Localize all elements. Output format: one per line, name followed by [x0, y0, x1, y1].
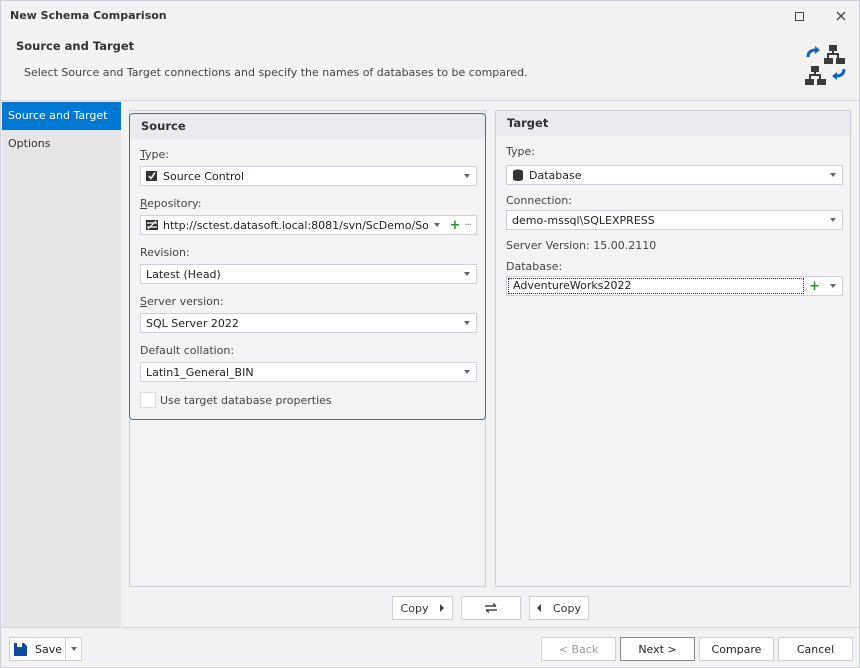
server-version-label: Server version:	[140, 295, 224, 308]
schema-compare-icon	[805, 45, 846, 85]
sidebar-item-source-and-target[interactable]: Source and Target	[2, 102, 121, 130]
source-type-label: Type:	[140, 148, 169, 161]
wizard-footer: Save < Back Next > Compare Cancel	[1, 628, 859, 668]
connection-label: Connection:	[506, 194, 572, 207]
database-value[interactable]: AdventureWorks2022	[508, 278, 805, 294]
source-type-label-text: ype:	[145, 148, 169, 161]
title-bar: New Schema Comparison	[1, 1, 859, 31]
next-button[interactable]: Next >	[620, 637, 695, 661]
more-options-icon[interactable]: ···	[464, 220, 471, 231]
copy-to-source-button[interactable]: Copy	[529, 596, 589, 620]
dialog-window: New Schema Comparison Source and Target …	[0, 0, 860, 668]
wizard-sidebar: Source and Target Options	[2, 102, 121, 627]
save-label: Save	[35, 642, 63, 656]
save-options-dropdown[interactable]	[65, 637, 82, 661]
swap-button[interactable]	[461, 596, 521, 620]
revision-combo[interactable]: Latest (Head)	[140, 264, 477, 284]
target-group: Target Type: Database Connection: demo-m…	[496, 111, 850, 418]
copy-to-target-button[interactable]: Copy	[392, 596, 453, 620]
use-target-properties-checkbox[interactable]	[140, 392, 156, 408]
collation-combo[interactable]: Latin1_General_BIN	[140, 362, 477, 382]
arrow-left-icon	[537, 604, 542, 612]
collation-label-text: Default collation:	[140, 344, 235, 357]
page-title: Source and Target	[16, 39, 135, 53]
revision-value: Latest (Head)	[146, 267, 221, 281]
collation-value: Latin1_General_BIN	[146, 365, 254, 379]
use-target-properties-checkbox-row[interactable]: Use target database properties	[140, 392, 332, 408]
wizard-header: Source and Target Select Source and Targ…	[1, 31, 859, 101]
revision-label: Revision:	[140, 246, 190, 259]
connection-combo[interactable]: demo-mssql\SQLEXPRESS	[506, 210, 843, 230]
revision-label-text: Revision:	[140, 246, 190, 259]
copy-to-source-label: Copy	[553, 601, 581, 615]
server-version-value: SQL Server 2022	[146, 316, 239, 330]
target-type-label: Type:	[506, 145, 535, 158]
chevron-down-icon[interactable]	[830, 173, 836, 177]
maximize-button[interactable]	[786, 6, 812, 26]
source-control-icon	[146, 171, 157, 181]
close-button[interactable]	[828, 6, 854, 26]
chevron-down-icon[interactable]	[464, 321, 470, 325]
chevron-down-icon[interactable]	[830, 284, 836, 288]
add-database-icon[interactable]: +	[809, 279, 820, 294]
database-label-text: Database:	[506, 260, 563, 273]
repository-icon	[146, 220, 158, 230]
server-version-combo[interactable]: SQL Server 2022	[140, 313, 477, 333]
cancel-button[interactable]: Cancel	[778, 637, 853, 661]
swap-icon	[485, 603, 497, 613]
page-description: Select Source and Target connections and…	[24, 66, 528, 79]
repository-value: http://sctest.datasoft.local:8081/svn/Sc…	[163, 218, 428, 232]
target-panel: Target Type: Database Connection: demo-m…	[495, 110, 851, 587]
chevron-down-icon[interactable]	[464, 370, 470, 374]
repository-label-text: epository:	[147, 197, 202, 210]
target-type-value: Database	[529, 168, 582, 182]
source-type-value: Source Control	[163, 169, 245, 183]
wizard-content: Source Type: Source Control Repository:	[121, 102, 859, 627]
source-group: Source Type: Source Control Repository:	[129, 113, 486, 420]
chevron-down-icon[interactable]	[464, 272, 470, 276]
server-version-label-text: erver version:	[146, 295, 224, 308]
server-version-info: Server Version: 15.00.2110	[506, 239, 657, 252]
repository-label: Repository:	[140, 197, 202, 210]
chevron-down-icon[interactable]	[464, 174, 470, 178]
target-title: Target	[496, 111, 850, 136]
save-button[interactable]: Save	[9, 637, 66, 661]
close-icon	[836, 11, 846, 21]
compare-button[interactable]: Compare	[699, 637, 774, 661]
save-icon	[14, 642, 27, 656]
source-title: Source	[130, 114, 485, 139]
sidebar-item-options[interactable]: Options	[2, 130, 121, 158]
source-panel: Source Type: Source Control Repository:	[129, 110, 486, 587]
source-type-combo[interactable]: Source Control	[140, 166, 477, 186]
target-type-label-text: Type:	[506, 145, 535, 158]
copy-to-target-label: Copy	[400, 601, 429, 615]
database-label: Database:	[506, 260, 562, 273]
use-target-properties-label: Use target database properties	[160, 393, 332, 407]
connection-label-text: Connection:	[506, 194, 572, 207]
arrow-right-icon	[440, 604, 445, 612]
header-divider	[1, 100, 859, 101]
window-title: New Schema Comparison	[10, 9, 167, 22]
collation-label: Default collation:	[140, 344, 234, 357]
repository-combo[interactable]: http://sctest.datasoft.local:8081/svn/Sc…	[140, 215, 477, 235]
back-button[interactable]: < Back	[541, 637, 616, 661]
chevron-down-icon[interactable]	[830, 218, 836, 222]
connection-value: demo-mssql\SQLEXPRESS	[512, 213, 655, 227]
target-type-combo[interactable]: Database	[506, 165, 843, 185]
maximize-icon	[794, 11, 804, 21]
database-combo[interactable]: AdventureWorks2022 +	[506, 276, 843, 296]
add-repository-icon[interactable]: +	[450, 218, 461, 233]
database-icon	[513, 169, 523, 181]
chevron-down-icon	[70, 647, 77, 651]
chevron-down-icon[interactable]	[433, 223, 440, 227]
